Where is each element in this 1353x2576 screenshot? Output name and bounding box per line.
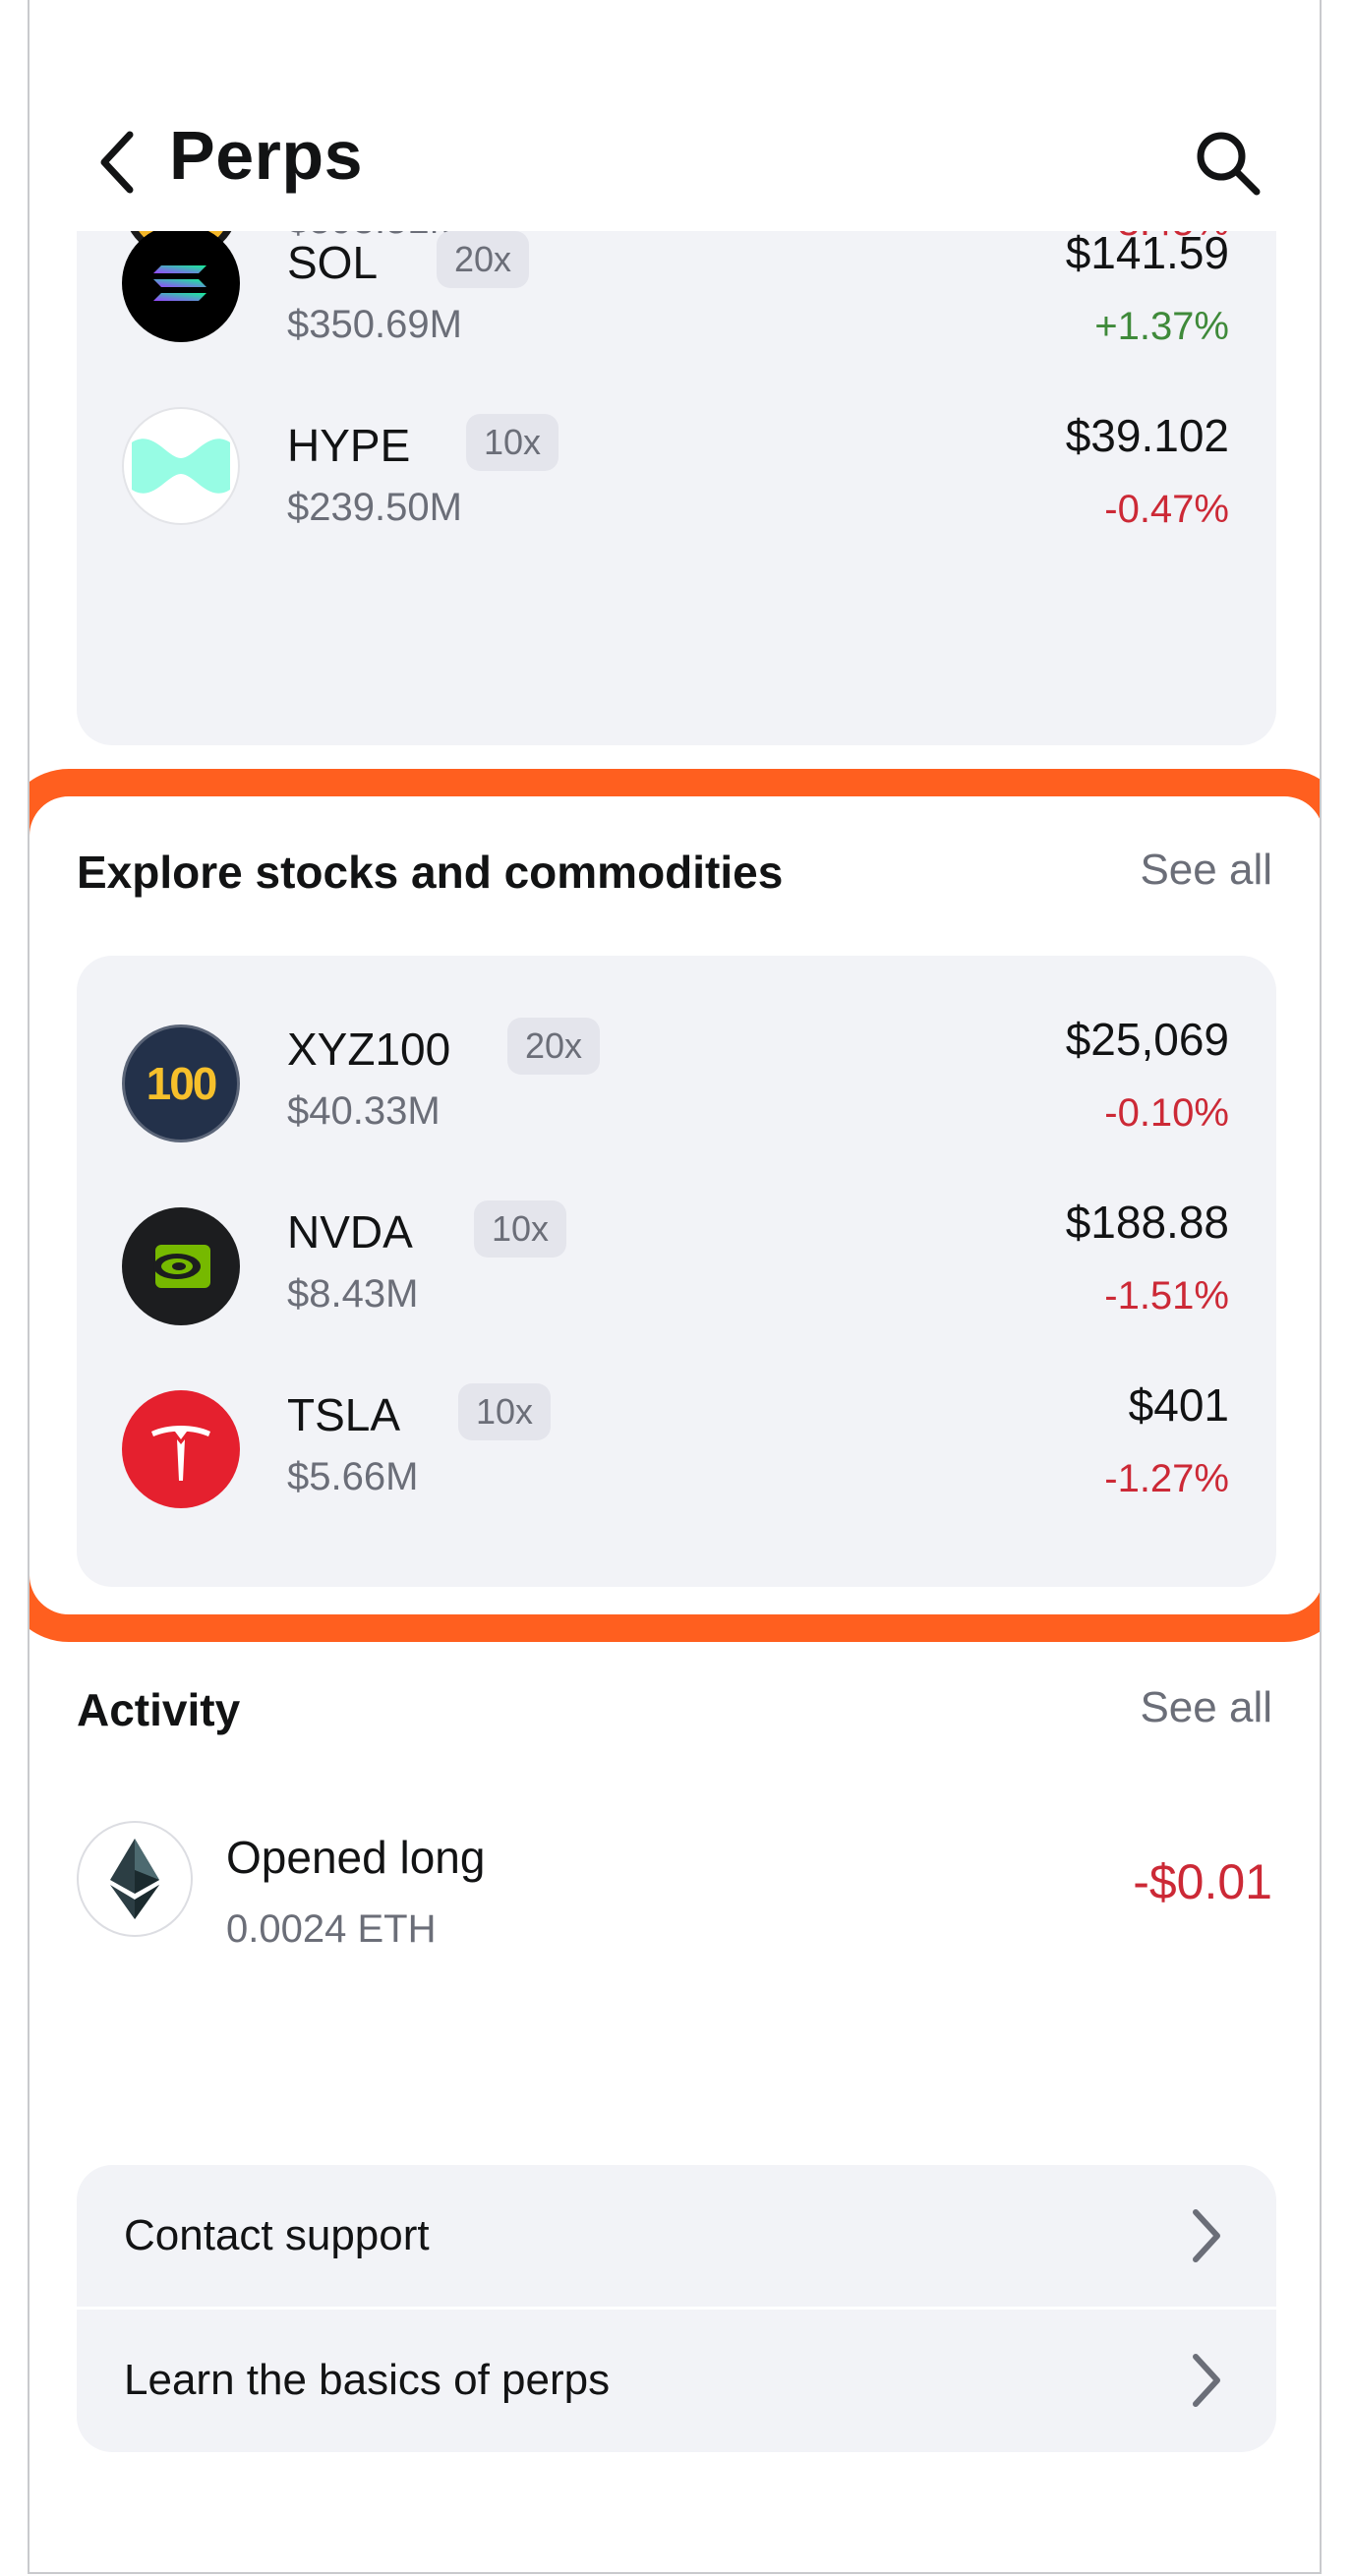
section-title-stocks: Explore stocks and commodities <box>77 847 784 898</box>
market-volume: $40.33M <box>287 1089 441 1133</box>
leverage-badge: 10x <box>466 414 559 471</box>
market-volume: $350.69M <box>287 303 462 346</box>
chevron-left-icon <box>100 131 134 194</box>
market-symbol: SOL <box>287 237 379 288</box>
stocks-card: 100 XYZ100 20x $40.33M $25,069 -0.10% NV… <box>77 956 1276 1587</box>
market-row-hype[interactable]: HYPE 10x $239.50M $39.102 -0.47% <box>77 383 1276 551</box>
solana-icon <box>122 224 240 342</box>
xyz100-logo-text: 100 <box>146 1058 218 1109</box>
page-title: Perps <box>169 117 364 194</box>
back-button[interactable] <box>90 125 149 200</box>
market-price: $401 <box>1128 1379 1229 1431</box>
market-volume: $5.66M <box>287 1455 419 1498</box>
market-symbol: TSLA <box>287 1389 401 1440</box>
market-change: -1.27% <box>1104 1457 1229 1500</box>
hyperliquid-icon <box>122 407 240 525</box>
activity-subtitle: 0.0024 ETH <box>226 1907 437 1951</box>
help-links-card: Contact support Learn the basics of perp… <box>77 2165 1276 2452</box>
market-price: $188.88 <box>1065 1197 1229 1248</box>
nvidia-icon <box>122 1207 240 1325</box>
search-icon <box>1197 132 1261 196</box>
market-row-xyz100[interactable]: 100 XYZ100 20x $40.33M $25,069 -0.10% <box>77 983 1276 1150</box>
leverage-badge: 20x <box>507 1018 601 1075</box>
market-row-tsla[interactable]: TSLA 10x $5.66M $401 -1.27% <box>77 1349 1276 1516</box>
activity-amount: -$0.01 <box>1133 1854 1272 1909</box>
market-price: $39.102 <box>1065 410 1229 461</box>
see-all-stocks-link[interactable]: See all <box>1140 846 1272 895</box>
see-all-activity-link[interactable]: See all <box>1140 1683 1272 1732</box>
section-title-activity: Activity <box>77 1684 241 1735</box>
activity-title: Opened long <box>226 1832 486 1883</box>
market-change: -0.47% <box>1104 488 1229 531</box>
market-price: $25,069 <box>1065 1014 1229 1065</box>
leverage-badge: 20x <box>437 231 530 288</box>
market-row-nvda[interactable]: NVDA 10x $8.43M $188.88 -1.51% <box>77 1166 1276 1333</box>
market-change: -1.51% <box>1104 1274 1229 1317</box>
link-label: Learn the basics of perps <box>124 2356 611 2404</box>
chevron-right-icon <box>1193 2354 1220 2407</box>
ethereum-icon <box>77 1821 193 1937</box>
app-screen: $598.51M -3.45% SOL 20x $350.69M $141.59… <box>28 0 1322 2574</box>
leverage-badge: 10x <box>474 1200 567 1258</box>
market-volume: $239.50M <box>287 486 462 529</box>
search-button[interactable] <box>1190 125 1266 202</box>
tesla-icon <box>122 1390 240 1508</box>
leverage-badge: 10x <box>458 1383 552 1440</box>
contact-support-link[interactable]: Contact support <box>77 2165 1276 2310</box>
crypto-markets-card: $598.51M -3.45% SOL 20x $350.69M $141.59… <box>77 142 1276 745</box>
chevron-right-icon <box>1193 2209 1220 2262</box>
market-symbol: XYZ100 <box>287 1024 451 1075</box>
market-symbol: HYPE <box>287 420 411 471</box>
xyz100-icon: 100 <box>122 1025 240 1142</box>
market-price: $141.59 <box>1065 227 1229 278</box>
learn-perps-basics-link[interactable]: Learn the basics of perps <box>77 2310 1276 2451</box>
market-volume: $8.43M <box>287 1272 419 1316</box>
top-bar: Perps <box>29 0 1320 231</box>
market-change: +1.37% <box>1094 305 1229 348</box>
link-label: Contact support <box>124 2211 430 2259</box>
market-symbol: NVDA <box>287 1206 413 1258</box>
market-change: -0.10% <box>1104 1091 1229 1135</box>
